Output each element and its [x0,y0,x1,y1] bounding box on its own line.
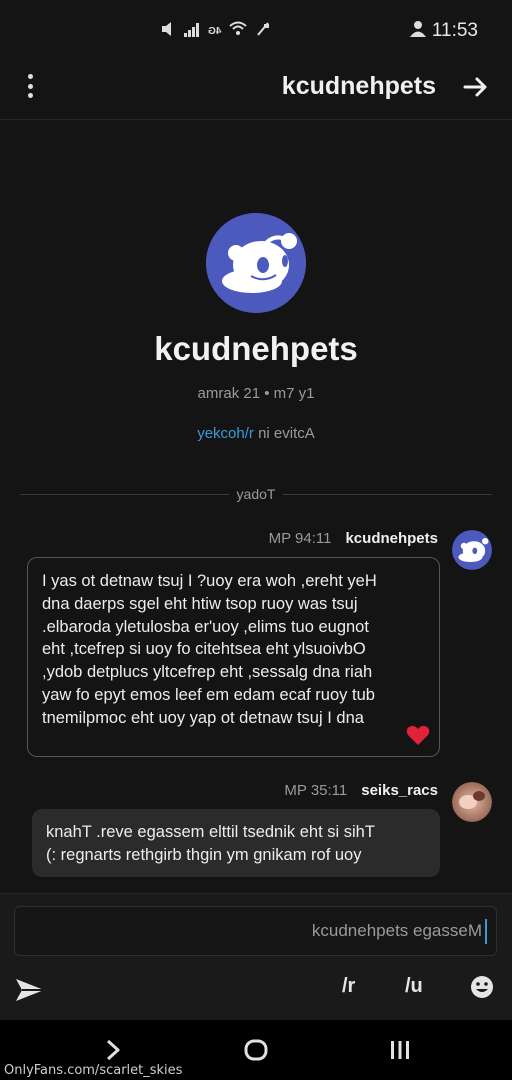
user-mention-button[interactable]: u/ [405,975,423,998]
message-author[interactable]: scar_skies [361,782,438,799]
message-line: you for making my night brighter strange… [46,845,362,864]
status-icons: 4G [160,21,271,42]
composer-toolbar: r/ u/ [0,969,512,1009]
active-subreddit-link[interactable]: r/hockey [197,425,254,442]
composer-area: Message stephenduck r/ u/ [0,893,512,1020]
back-arrow-icon[interactable] [460,72,490,102]
system-nav-bar: OnlyFans.com/scarlet_skies [0,1020,512,1080]
network-type-label: 4G [208,26,222,37]
profile-meta: 1y 7m • 12 karma [197,385,315,402]
mute-icon [160,21,174,42]
status-bar: 4G 11:53 [0,0,512,60]
status-time: 11:53 [431,20,478,41]
message-line: just saw your post with the legs spread … [42,594,358,613]
chat-title[interactable]: stephenduck [282,72,436,101]
message-line: Obviously the aesthetic of you is perfec… [42,640,366,659]
text-caret [485,919,487,944]
emoji-icon[interactable] [470,975,494,1005]
message-input[interactable]: Message stephenduck [14,906,497,956]
nav-home-icon[interactable] [244,1038,268,1067]
message-line: and I just wanted to pay you the complim… [42,708,364,727]
battery-saver-icon [255,21,271,42]
message-line: but your face made me feel some type of … [42,685,375,704]
message-line: tongue out smile, you're absolutely ador… [42,617,369,636]
signal-icon [182,21,200,42]
message-line: hair and glasses, the perfectly sculpted… [42,663,373,682]
subreddit-mention-button[interactable]: r/ [342,975,355,998]
profile-active: Active in r/hockey [0,425,512,442]
day-divider: Today [20,485,492,505]
message-header: scar_skies 11:53 PM [284,782,438,799]
more-options-icon[interactable] [20,72,40,100]
wifi-icon [229,21,248,42]
profile-avatar[interactable] [206,213,306,313]
message-input-placeholder: Message stephenduck [311,921,482,940]
account-icon [408,20,428,43]
day-label: Today [228,486,284,502]
message-line: Hey there, how are you? I just wanted to… [42,572,377,590]
send-icon[interactable] [14,977,46,1009]
message-author[interactable]: stephenduck [345,530,438,547]
message-bubble[interactable]: This is the kindest little message ever.… [32,809,440,877]
message-header: stephenduck 11:49 PM [269,530,438,547]
message-line: This is the kindest little message ever.… [46,823,375,841]
watermark-text: OnlyFans.com/scarlet_skies [4,1063,183,1078]
message-time: 11:49 PM [268,530,332,547]
message-bubble[interactable]: Hey there, how are you? I just wanted to… [27,557,440,757]
heart-emoji: ❤️ [406,724,430,746]
profile-name: stephenduck [154,330,358,367]
user-avatar[interactable] [452,782,492,822]
message-time: 11:53 PM [284,782,348,799]
nav-recents-icon[interactable] [388,1038,412,1067]
sender-avatar[interactable] [452,530,492,570]
chat-header: stephenduck [0,60,512,120]
active-prefix: Active in [253,425,315,442]
